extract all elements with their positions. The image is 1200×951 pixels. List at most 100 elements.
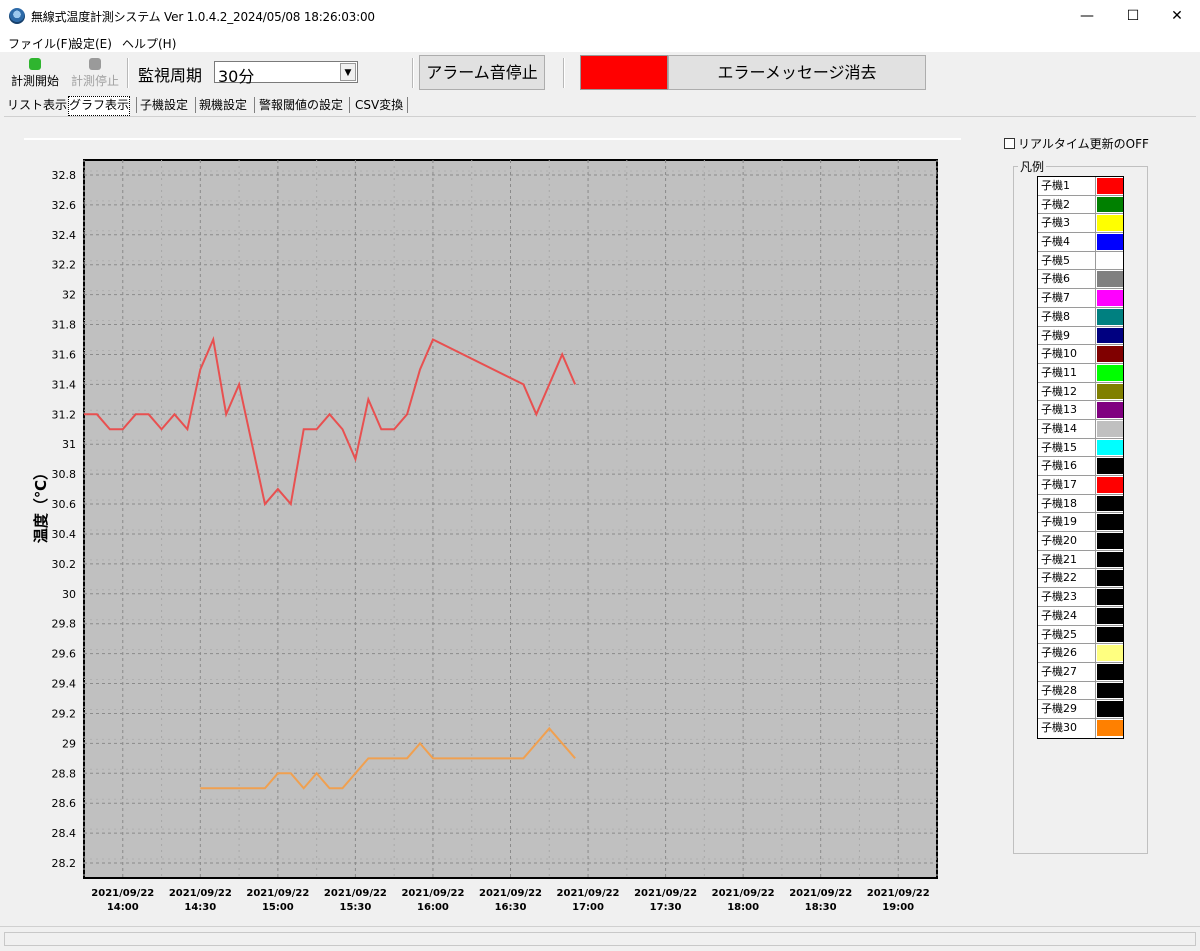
legend-item-name: 子機12 [1038,382,1096,401]
x-tick-date: 2021/09/22 [169,888,232,899]
legend-color-swatch [1097,645,1123,661]
x-tick-date: 2021/09/22 [867,888,930,899]
legend-item-name: 子機19 [1038,513,1096,532]
legend-item-name: 子機23 [1038,588,1096,606]
legend-item-name: 子機11 [1038,363,1096,382]
y-tick-label: 30.4 [52,528,77,541]
legend-color-swatch [1097,234,1123,250]
x-tick-time: 19:00 [882,902,914,913]
legend-item: 子機17 [1038,476,1123,495]
status-bar [0,926,1200,951]
legend-item: 子機15 [1038,438,1123,458]
y-tick-label: 32.4 [52,229,77,242]
close-button[interactable]: ✕ [1154,0,1200,32]
legend-item: 子機20 [1038,532,1123,551]
legend-item: 子機6 [1038,270,1123,290]
legend-item-name: 子機2 [1038,195,1096,214]
legend-color-swatch [1097,439,1123,456]
legend-item-name: 子機6 [1038,270,1096,289]
realtime-off-checkbox[interactable] [1004,138,1015,149]
y-tick-label: 28.8 [52,767,77,780]
legend-item: 子機30 [1038,718,1123,738]
legend-item-name: 子機13 [1038,401,1096,419]
minimize-button[interactable]: — [1064,0,1110,32]
y-tick-label: 28.2 [52,857,77,870]
legend-color-swatch [1097,570,1123,587]
legend-item-name: 子機14 [1038,419,1096,438]
legend-item: 子機22 [1038,569,1123,589]
y-tick-label: 31.4 [52,378,77,391]
x-tick-time: 14:00 [107,902,139,913]
legend-item-name: 子機28 [1038,681,1096,700]
y-tick-label: 30.8 [52,468,77,481]
legend-item-name: 子機7 [1038,289,1096,307]
y-tick-label: 30.2 [52,558,77,571]
legend-item-name: 子機5 [1038,251,1096,270]
legend-item-name: 子機16 [1038,457,1096,475]
legend-color-swatch [1097,402,1123,418]
legend-item: 子機19 [1038,513,1123,533]
legend-color-swatch [1097,477,1123,493]
legend-color-swatch [1097,196,1123,213]
x-tick-time: 17:00 [572,902,604,913]
legend-item-name: 子機20 [1038,532,1096,550]
y-tick-label: 28.6 [52,797,77,810]
legend-item-name: 子機26 [1038,644,1096,662]
x-tick-time: 15:00 [262,902,294,913]
x-tick-time: 18:00 [727,902,759,913]
legend-color-swatch [1097,495,1123,512]
legend-color-swatch [1097,252,1123,269]
y-tick-label: 31.2 [52,408,77,421]
legend-item: 子機21 [1038,550,1123,570]
maximize-button[interactable]: ☐ [1110,0,1156,32]
legend-item: 子機2 [1038,195,1123,215]
legend-color-swatch [1097,663,1123,680]
legend-table: 子機1 子機2 子機3 子機4 子機5 子機6 子機7 子機8 子機9 子機10 子機11 子機12 子… [1037,176,1124,739]
y-tick-label: 32.8 [52,169,77,182]
legend-item: 子機9 [1038,326,1123,346]
x-tick-date: 2021/09/22 [634,888,697,899]
legend-item: 子機11 [1038,363,1123,383]
realtime-off-label: リアルタイム更新のOFF [1018,137,1149,151]
legend-item: 子機25 [1038,625,1123,645]
legend-item: 子機27 [1038,662,1123,682]
legend-item: 子機4 [1038,233,1123,252]
legend-color-swatch [1097,719,1123,736]
legend-item: 子機1 [1038,177,1123,196]
legend-item-name: 子機17 [1038,476,1096,494]
legend-color-swatch [1097,458,1123,474]
legend-color-swatch [1097,346,1123,362]
legend-item-name: 子機1 [1038,177,1096,195]
legend-item: 子機12 [1038,382,1123,402]
legend-color-swatch [1097,701,1123,717]
legend-item: 子機14 [1038,419,1123,439]
legend-color-swatch [1097,420,1123,437]
x-tick-date: 2021/09/22 [324,888,387,899]
y-tick-label: 32.2 [52,259,77,272]
y-tick-label: 29.8 [52,618,77,631]
legend-item: 子機29 [1038,700,1123,719]
legend-color-swatch [1097,607,1123,624]
x-tick-time: 15:30 [339,902,371,913]
legend-item-name: 子機18 [1038,494,1096,513]
legend-item: 子機10 [1038,345,1123,364]
legend-color-swatch [1097,383,1123,400]
legend-item-name: 子機15 [1038,438,1096,457]
legend-item: 子機3 [1038,214,1123,234]
y-tick-label: 29.2 [52,707,77,720]
legend-item-name: 子機22 [1038,569,1096,588]
x-tick-time: 17:30 [650,902,682,913]
realtime-off-checkbox-row[interactable]: リアルタイム更新のOFF [1004,135,1149,152]
legend-item-name: 子機3 [1038,214,1096,233]
y-tick-label: 32 [62,289,76,302]
legend-color-swatch [1097,178,1123,194]
legend-color-swatch [1097,364,1123,381]
x-tick-time: 14:30 [184,902,216,913]
legend-color-swatch [1097,271,1123,288]
legend-item: 子機28 [1038,681,1123,701]
legend-item-name: 子機21 [1038,550,1096,569]
y-tick-label: 32.6 [52,199,77,212]
legend-item-name: 子機25 [1038,625,1096,644]
y-axis-label: 温度（℃） [32,465,50,543]
x-tick-date: 2021/09/22 [479,888,542,899]
